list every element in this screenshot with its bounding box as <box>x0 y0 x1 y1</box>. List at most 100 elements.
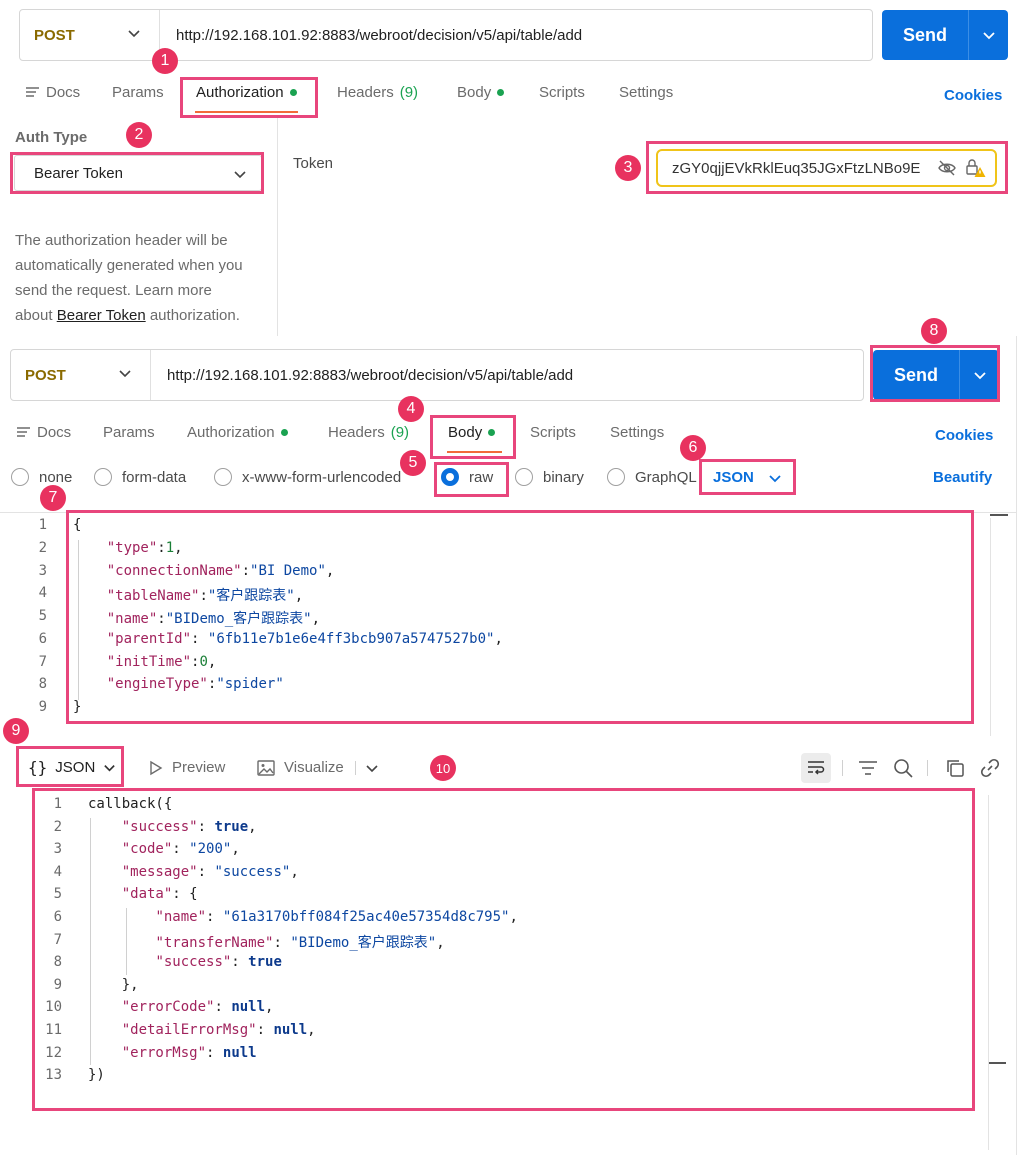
scrollbar-track[interactable] <box>988 795 989 1150</box>
chevron-down-icon <box>128 30 140 38</box>
panel-divider <box>277 118 278 336</box>
tab-authorization[interactable]: Authorization <box>187 424 288 441</box>
tab-headers[interactable]: Headers (9) <box>328 424 409 441</box>
line-number: 4 <box>38 585 47 602</box>
tab-settings[interactable]: Settings <box>610 424 664 441</box>
radio-label: GraphQL <box>635 468 697 486</box>
tab-scripts[interactable]: Scripts <box>530 424 576 441</box>
radio-circle <box>94 468 112 486</box>
tab-label: Body <box>457 84 492 101</box>
cookies-link[interactable]: Cookies <box>944 87 1002 104</box>
line-number: 2 <box>38 539 47 556</box>
toolbar-divider <box>927 760 928 776</box>
preview-button[interactable]: Preview <box>149 759 225 776</box>
copy-icon[interactable] <box>945 758 965 778</box>
status-dot <box>497 89 505 96</box>
method-label: POST <box>34 26 75 44</box>
right-divider <box>1016 336 1017 1155</box>
step-badge-8: 8 <box>921 318 947 344</box>
callout-json <box>699 459 796 495</box>
tab-scripts[interactable]: Scripts <box>539 84 585 101</box>
tab-docs[interactable]: Docs <box>25 84 80 101</box>
radio-none[interactable]: none <box>11 468 72 486</box>
chevron-down-icon <box>119 370 131 378</box>
callout-authorization-tab <box>180 77 318 118</box>
tab-label: Headers <box>328 424 385 441</box>
method-label: POST <box>25 366 66 384</box>
tab-headers[interactable]: Headers (9) <box>337 84 418 101</box>
tab-params[interactable]: Params <box>103 424 155 441</box>
url-input[interactable]: http://192.168.101.92:8883/webroot/decis… <box>160 27 582 44</box>
preview-label: Preview <box>172 759 226 776</box>
tab-label: Docs <box>37 424 72 441</box>
tab-body[interactable]: Body <box>457 84 505 101</box>
callout-token <box>646 141 1008 194</box>
toolbar-divider <box>842 760 843 776</box>
auth-description: The authorization header will be automat… <box>15 228 275 328</box>
step-badge-4: 4 <box>398 396 424 422</box>
tab-settings[interactable]: Settings <box>619 84 673 101</box>
cookies-link[interactable]: Cookies <box>935 427 993 444</box>
send-dropdown[interactable] <box>968 10 1008 60</box>
bearer-token-link[interactable]: Bearer Token <box>57 307 146 324</box>
tab-label: Docs <box>46 84 81 101</box>
visualize-button[interactable]: Visualize <box>257 759 344 776</box>
tab-docs[interactable]: Docs <box>16 424 71 441</box>
second-url-bar: POST http://192.168.101.92:8883/webroot/… <box>10 349 864 401</box>
method-select[interactable]: POST <box>20 10 160 60</box>
callout-request-body <box>66 510 974 724</box>
tab-params[interactable]: Params <box>112 84 164 101</box>
radio-form-data[interactable]: form-data <box>94 468 186 486</box>
wrap-icon <box>808 761 825 775</box>
tab-label: Settings <box>619 84 674 101</box>
radio-label: binary <box>543 468 584 486</box>
url-input[interactable]: http://192.168.101.92:8883/webroot/decis… <box>151 367 573 384</box>
radio-label: form-data <box>122 468 187 486</box>
line-number: 1 <box>38 517 47 533</box>
radio-circle <box>515 468 533 486</box>
tab-label: Authorization <box>187 424 275 441</box>
token-label: Token <box>293 155 334 172</box>
description-line: automatically generated when you <box>15 257 243 274</box>
play-icon <box>150 760 163 775</box>
callout-send <box>870 345 1000 402</box>
radio-binary[interactable]: binary <box>515 468 584 486</box>
method-select[interactable]: POST <box>11 350 151 400</box>
link-icon[interactable] <box>980 758 1000 778</box>
wrap-lines-button[interactable] <box>801 753 831 783</box>
line-number: 6 <box>38 630 47 647</box>
scrollbar-marker <box>990 514 1008 516</box>
step-badge-3: 3 <box>615 155 641 181</box>
chevron-down-icon[interactable] <box>365 761 379 775</box>
radio-label: x-www-form-urlencoded <box>242 468 402 486</box>
radio-urlencoded[interactable]: x-www-form-urlencoded <box>214 468 401 486</box>
headers-count: (9) <box>390 424 410 441</box>
radio-label: none <box>39 468 73 486</box>
search-icon[interactable] <box>893 758 913 778</box>
filter-icon[interactable] <box>858 760 878 776</box>
callout-body-tab <box>430 415 516 459</box>
send-button[interactable]: Send <box>882 10 1008 60</box>
status-dot <box>280 429 288 436</box>
line-number: 3 <box>38 562 47 579</box>
docs-icon <box>26 87 39 97</box>
chevron-down-icon <box>982 32 995 40</box>
tab-label: Params <box>112 84 164 101</box>
send-label: Send <box>902 24 947 45</box>
radio-graphql[interactable]: GraphQL <box>607 468 697 486</box>
description-line: about Bearer Token authorization. <box>15 303 275 328</box>
step-badge-5: 5 <box>400 450 426 476</box>
description-text: about <box>15 307 57 324</box>
line-number: 5 <box>38 608 47 624</box>
image-icon <box>257 759 275 776</box>
tab-label: Scripts <box>530 424 576 441</box>
auth-type-label: Auth Type <box>15 129 88 146</box>
scrollbar-track[interactable] <box>990 518 991 736</box>
scrollbar-marker <box>988 1062 1006 1064</box>
tab-label: Headers <box>337 84 394 101</box>
callout-raw <box>434 462 509 497</box>
beautify-button[interactable]: Beautify <box>933 469 992 486</box>
callout-response-format <box>16 746 124 787</box>
description-text: authorization. <box>145 307 240 324</box>
headers-count: (9) <box>399 84 419 101</box>
